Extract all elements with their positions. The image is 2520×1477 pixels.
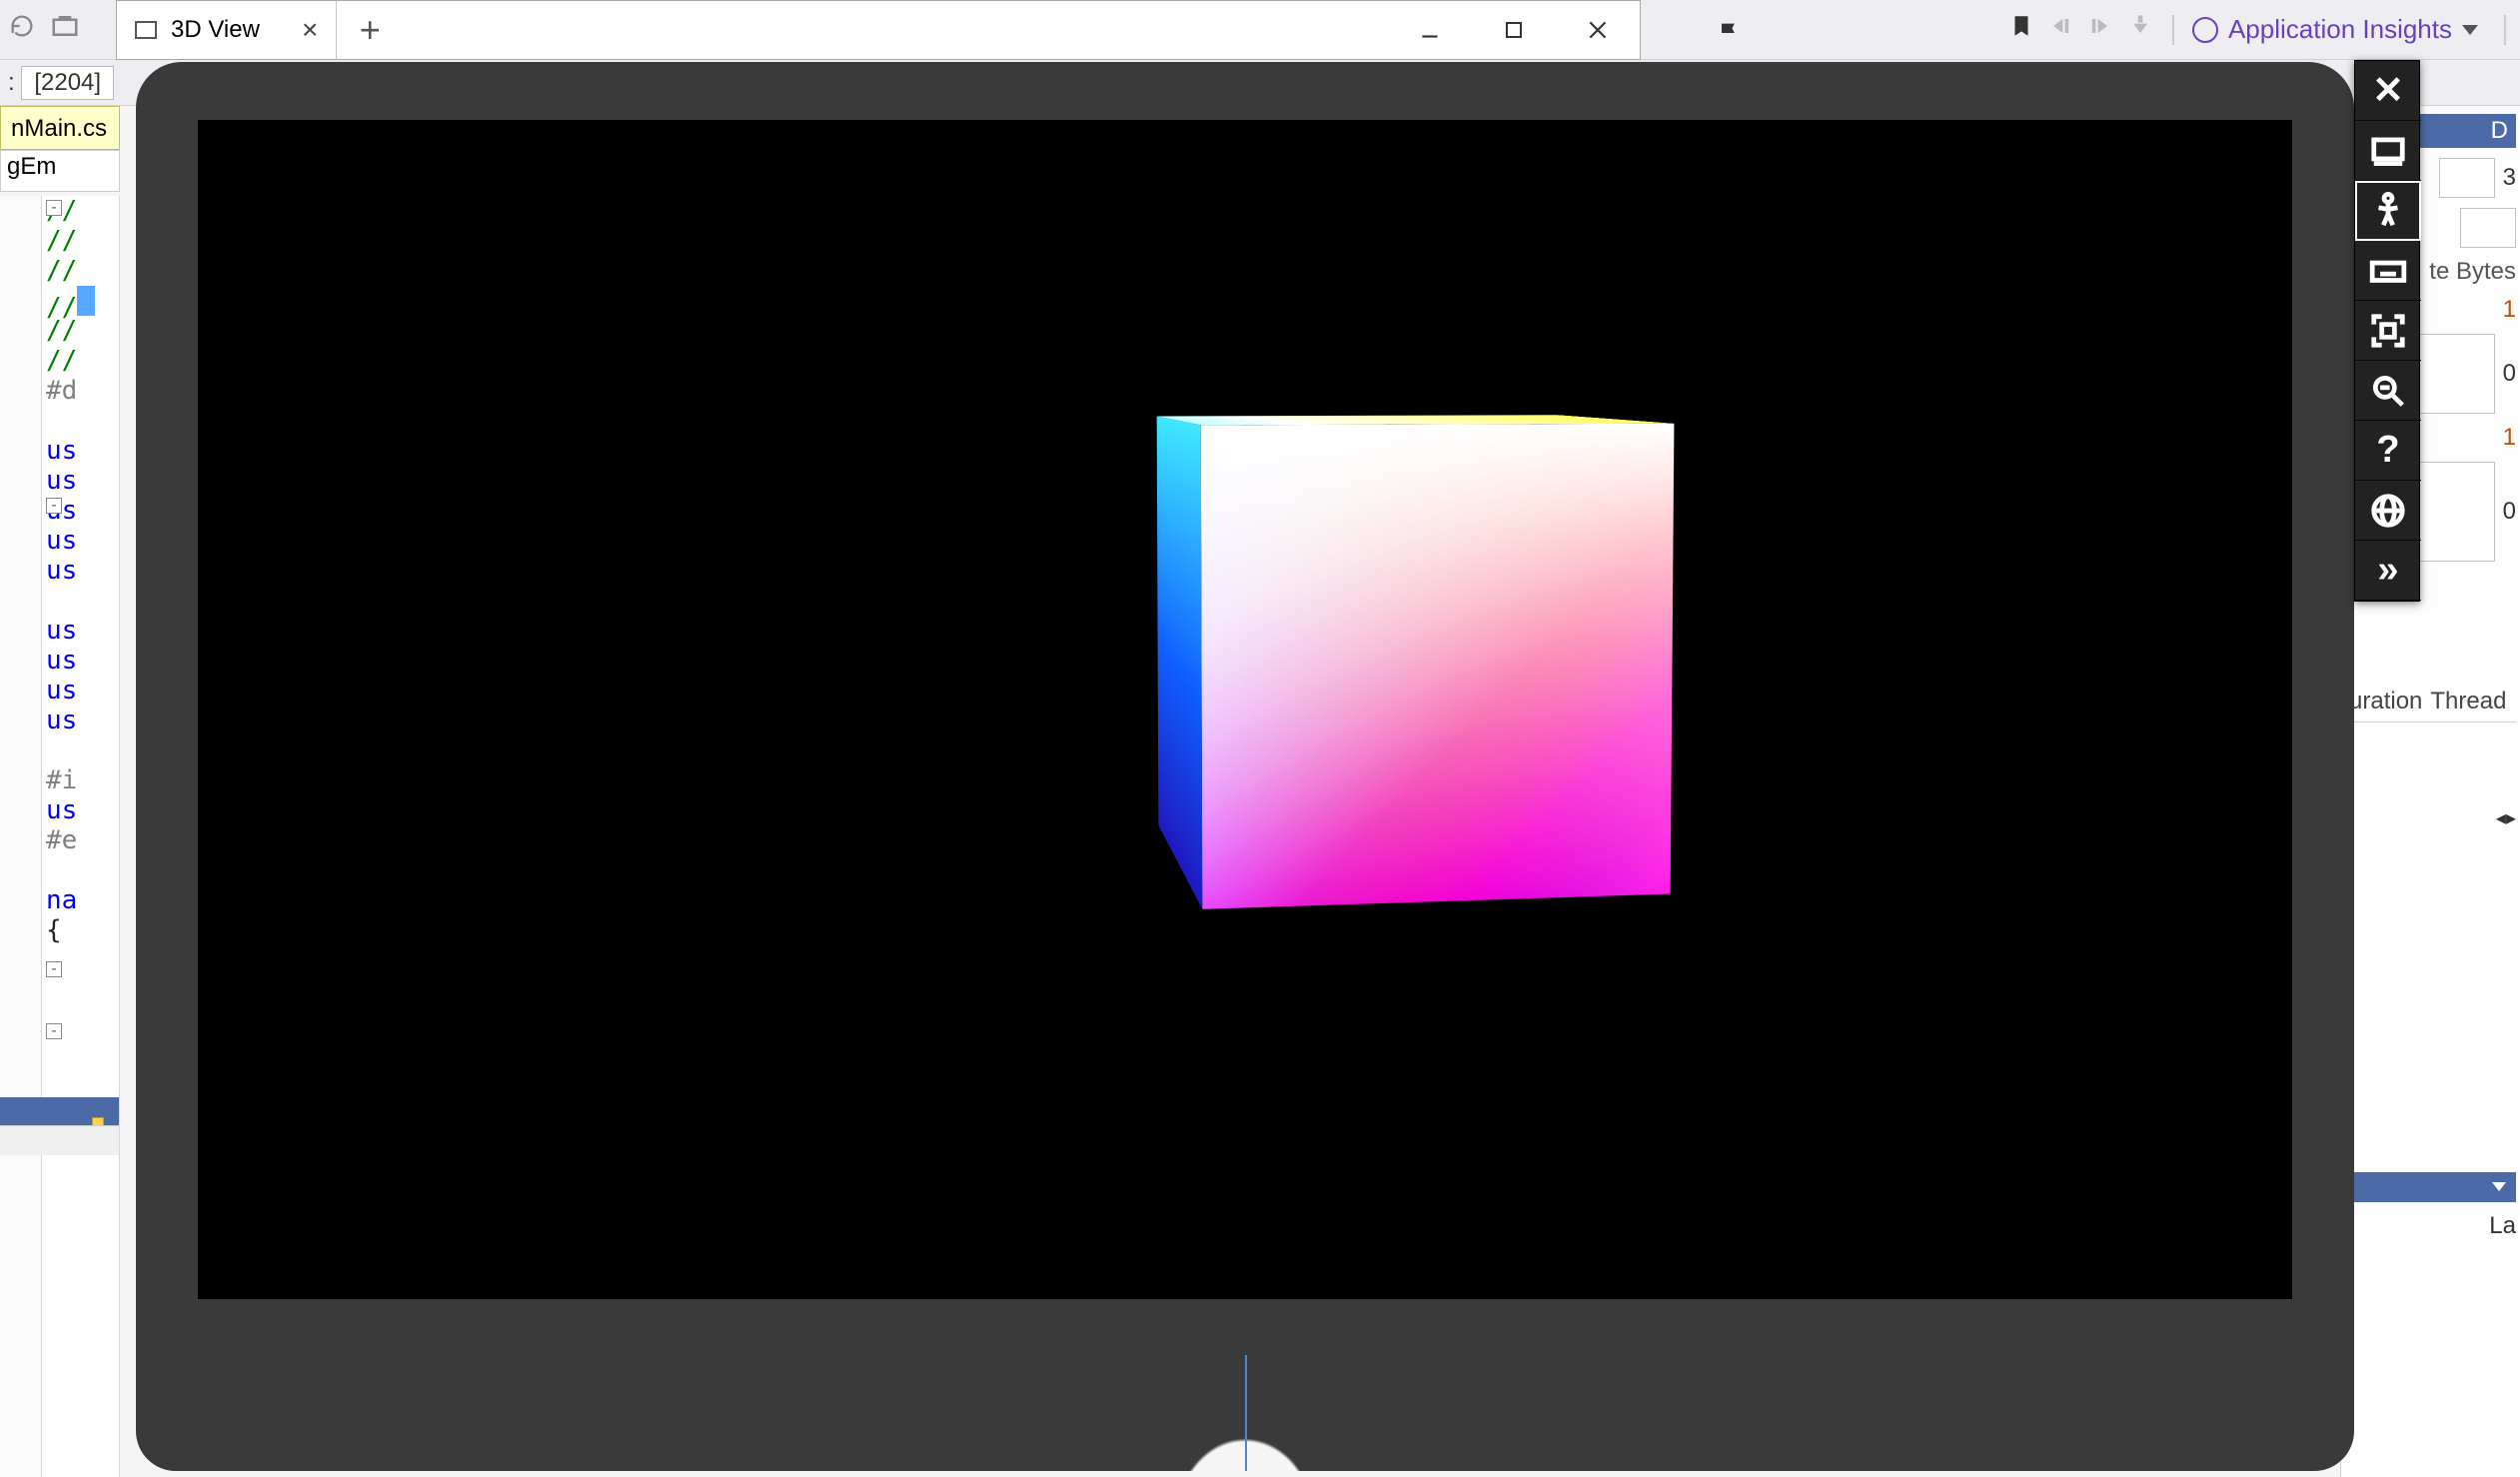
code-preproc: #d [46, 376, 77, 406]
editor-tabs: nMain.cs gEm [0, 106, 120, 192]
code-brace: { [46, 915, 62, 945]
diag-value-0b: 0 [2503, 498, 2516, 526]
expand-more-icon: » [2377, 549, 2398, 592]
fold-toggle[interactable]: - [46, 961, 62, 977]
col-duration[interactable]: uration [2349, 688, 2422, 716]
body-tracking-icon [2369, 192, 2407, 230]
code-comment: // [46, 256, 77, 286]
toolbar-web-button[interactable] [2355, 481, 2421, 541]
caret-highlight [77, 286, 95, 316]
bytes-label: te Bytes [2429, 258, 2516, 286]
file-tab-main[interactable]: nMain.cs [0, 106, 120, 150]
bookmark-icon[interactable] [2008, 10, 2034, 49]
code-preproc: #i [46, 765, 77, 795]
col-thread[interactable]: Thread [2430, 688, 2506, 716]
divider-icon [2172, 15, 2174, 45]
render-viewport[interactable] [198, 120, 2292, 1299]
code-using: us [46, 526, 77, 556]
fold-toggle[interactable]: - [46, 200, 62, 216]
toolbar-left-icons [8, 11, 80, 48]
fold-toggle[interactable]: - [46, 1023, 62, 1039]
application-insights-label: Application Insights [2228, 14, 2452, 45]
step-over-icon[interactable] [2086, 12, 2114, 47]
diag-value-1: 1 [2503, 296, 2516, 324]
diag-value-3: 3 [2503, 164, 2516, 192]
line-number-gutter [0, 196, 42, 1477]
rgb-cube-render [1137, 412, 1649, 855]
code-using: us [46, 436, 77, 466]
code-namespace: na [46, 885, 77, 915]
chevron-down-icon [2462, 25, 2478, 35]
hmd-simulator-frame [136, 62, 2354, 1471]
window-icon [135, 21, 157, 39]
search-zoom-icon [2369, 372, 2407, 410]
toolbar-body-button[interactable] [2355, 181, 2421, 241]
code-using: us [46, 616, 77, 646]
panel-splitter-header[interactable] [2345, 1172, 2516, 1202]
process-selector[interactable]: [2204] [21, 66, 114, 100]
diag-value-0: 0 [2503, 360, 2516, 388]
horizontal-scrollbar[interactable] [0, 1125, 119, 1155]
code-using: us [46, 676, 77, 706]
panel-scroll-hint: ◂▸ [2496, 805, 2516, 830]
viewer-window-chrome: 3D View × + [116, 0, 1641, 60]
code-using: us [46, 646, 77, 676]
code-editor[interactable]: - // // // // // // #d - us us us us us … [0, 196, 120, 1477]
toolbar-fit-button[interactable] [2355, 301, 2421, 361]
desktop-icon [2369, 132, 2407, 170]
divider-icon [2504, 15, 2506, 45]
code-using: us [46, 795, 77, 825]
flag-icon[interactable] [1715, 16, 1743, 44]
simulator-dev-toolbar: ✕ ? » [2354, 60, 2420, 602]
diagnostics-header-d: D [2491, 114, 2508, 148]
code-comment: // [46, 316, 77, 346]
toolbar-zoom-button[interactable] [2355, 361, 2421, 421]
application-insights-dropdown[interactable]: Application Insights [2192, 14, 2486, 45]
code-preproc: #e [46, 825, 77, 855]
step-into-icon[interactable] [2126, 12, 2154, 47]
events-grid-header: uration Thread [2345, 682, 2516, 723]
window-close-button[interactable] [1556, 1, 1640, 59]
viewer-tab[interactable]: 3D View × [117, 1, 337, 59]
web-globe-icon [2369, 492, 2407, 530]
refresh-icon[interactable] [8, 12, 36, 47]
member-combo[interactable]: gEm [0, 150, 120, 192]
toolbar-help-button[interactable]: ? [2355, 421, 2421, 481]
toolbar-close-button[interactable]: ✕ [2355, 61, 2421, 121]
viewer-tab-title: 3D View [171, 16, 260, 44]
lightbulb-icon [2192, 17, 2218, 43]
code-using: us [46, 466, 77, 496]
fold-toggle[interactable]: - [46, 498, 62, 514]
code-using: us [46, 556, 77, 586]
toolbar-keyboard-button[interactable] [2355, 241, 2421, 301]
diag-input[interactable] [2439, 158, 2495, 198]
tab-close-icon[interactable]: × [302, 14, 318, 46]
close-icon: ✕ [2372, 68, 2404, 113]
window-minimize-button[interactable] [1388, 1, 1472, 59]
new-tab-button[interactable]: + [337, 1, 403, 59]
chevron-down-icon [2492, 1182, 2506, 1191]
process-prefix: : [8, 69, 15, 97]
hmd-center-line [1245, 1355, 1247, 1471]
toolbar-display-button[interactable] [2355, 121, 2421, 181]
toolbar-more-button[interactable]: » [2355, 541, 2421, 601]
code-comment: // [46, 226, 77, 256]
code-comment: // [46, 346, 77, 376]
step-back-icon[interactable] [2046, 12, 2074, 47]
window-maximize-button[interactable] [1472, 1, 1556, 59]
help-icon: ? [2376, 429, 2399, 472]
col-last: La [2489, 1212, 2516, 1240]
fit-to-view-icon [2369, 312, 2407, 350]
diag-value-1b: 1 [2503, 424, 2516, 452]
keyboard-icon [2369, 252, 2407, 290]
toolbox-icon[interactable] [50, 11, 80, 48]
code-using: us [46, 706, 77, 736]
diag-input[interactable] [2460, 208, 2516, 248]
